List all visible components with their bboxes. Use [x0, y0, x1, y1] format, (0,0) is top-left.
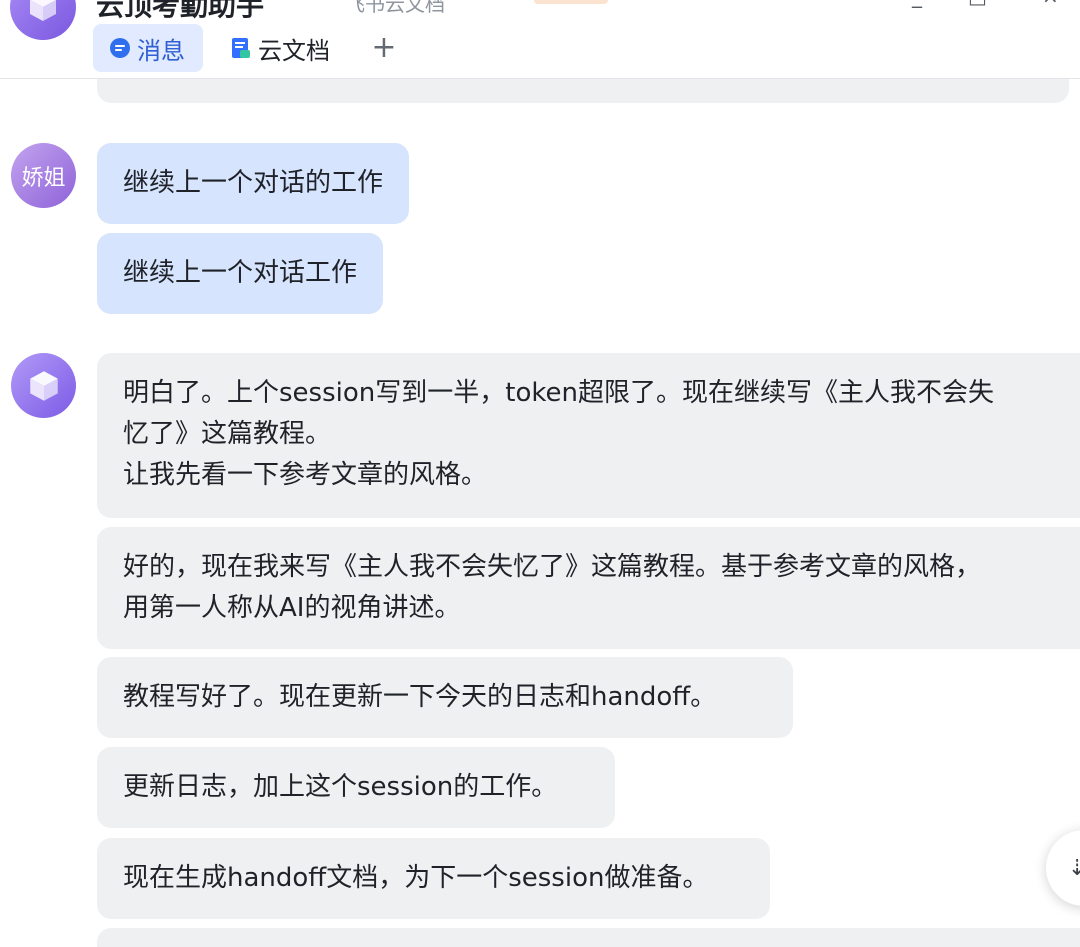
close-button[interactable]: × — [1042, 0, 1059, 8]
bot-avatar[interactable] — [11, 353, 76, 418]
chat-header: 云顶考勤助手 飞书云文档 _ □ × 消息 云文档 + — [0, 0, 1080, 79]
cube-icon — [30, 0, 56, 21]
group-avatar[interactable] — [10, 0, 76, 40]
tab-docs[interactable]: 云文档 — [228, 24, 330, 72]
chat-title[interactable]: 云顶考勤助手 — [96, 0, 264, 24]
maximize-button[interactable]: □ — [968, 0, 987, 8]
bot-message-bubble: 现在生成handoff文档，为下一个session做准备。 — [97, 838, 770, 919]
user-avatar-name: 娇姐 — [21, 165, 66, 191]
tab-docs-label: 云文档 — [258, 36, 330, 65]
minimize-button[interactable]: _ — [912, 0, 922, 8]
title-tag-badge — [534, 0, 608, 4]
user-message-bubble: 继续上一个对话工作 — [97, 233, 384, 314]
document-icon — [230, 37, 252, 59]
add-tab-button[interactable]: + — [370, 28, 398, 68]
scroll-to-bottom-button[interactable]: ⇣ — [1046, 830, 1080, 906]
message-text: 明白了。上个session写到一半，token超限了。现在继续写《主人我不会失 — [123, 378, 994, 408]
scroll-down-icon: ⇣ — [1068, 855, 1080, 881]
bot-message-bubble: 好的，现在我来写《主人我不会失忆了》这篇教程。基于参考文章的风格， 用第一人称从… — [97, 527, 1080, 649]
user-message-bubble: 继续上一个对话的工作 — [97, 143, 410, 224]
message-text: 让我先看一下参考文章的风格。 — [123, 460, 488, 490]
user-avatar[interactable]: 娇姐 — [11, 143, 76, 208]
message-text: 现在生成handoff文档，为下一个session做准备。 — [123, 863, 709, 893]
chat-subtitle: 飞书云文档 — [345, 0, 445, 16]
bot-message-bubble: 明白了。上个session写到一半，token超限了。现在继续写《主人我不会失 … — [97, 353, 1080, 518]
tab-messages-label: 消息 — [137, 36, 185, 65]
bot-message-bubble: 教程写好了。现在更新一下今天的日志和handoff。 — [97, 657, 793, 738]
message-text: 好的，现在我来写《主人我不会失忆了》这篇教程。基于参考文章的风格， — [123, 552, 982, 582]
cube-icon — [29, 370, 58, 401]
message-text: 继续上一个对话的工作 — [123, 168, 384, 198]
bot-message-bubble-partial — [97, 928, 1080, 947]
bot-message-bubble: 更新日志，加上这个session的工作。 — [97, 747, 615, 828]
message-text: 教程写好了。现在更新一下今天的日志和handoff。 — [123, 682, 717, 712]
message-text: 继续上一个对话工作 — [123, 258, 358, 288]
tab-messages[interactable]: 消息 — [93, 24, 203, 72]
message-text: 用第一人称从AI的视角讲述。 — [123, 593, 461, 623]
message-text: 更新日志，加上这个session的工作。 — [123, 772, 558, 802]
chat-bubble-icon — [109, 37, 131, 59]
message-text: 忆了》这篇教程。 — [123, 419, 332, 449]
